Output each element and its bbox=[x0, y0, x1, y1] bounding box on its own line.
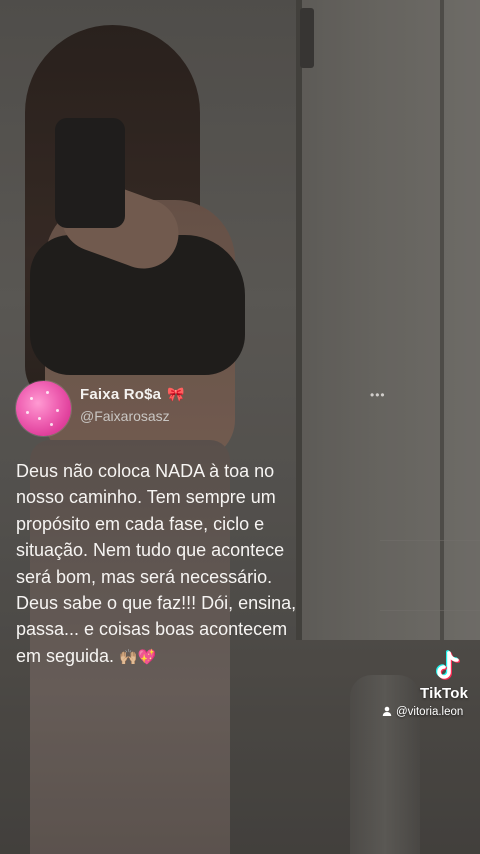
tweet-emoji: 🙌🏼💖 bbox=[119, 648, 157, 666]
tweet-card: Faixa Ro$a 🎀 @Faixarosasz ••• Deus não co… bbox=[0, 0, 480, 854]
author-handle[interactable]: @Faixarosasz bbox=[80, 408, 170, 424]
tweet-text: Deus não coloca NADA à toa no nosso cami… bbox=[16, 458, 376, 671]
author-name-text: Faixa Ro$a bbox=[80, 386, 162, 403]
tiktok-wordmark: TikTok bbox=[420, 685, 469, 702]
more-dots-icon: ••• bbox=[370, 388, 386, 402]
tiktok-logo-icon bbox=[436, 650, 461, 680]
avatar[interactable] bbox=[16, 381, 71, 436]
author-name[interactable]: Faixa Ro$a 🎀 bbox=[80, 386, 185, 403]
tweet-body: Deus não coloca NADA à toa no nosso cami… bbox=[16, 461, 297, 666]
person-icon bbox=[382, 706, 392, 716]
bow-emoji: 🎀 bbox=[167, 386, 185, 402]
username-text: @vitoria.leon bbox=[396, 706, 464, 718]
tiktok-username: @vitoria.leon bbox=[382, 706, 463, 718]
